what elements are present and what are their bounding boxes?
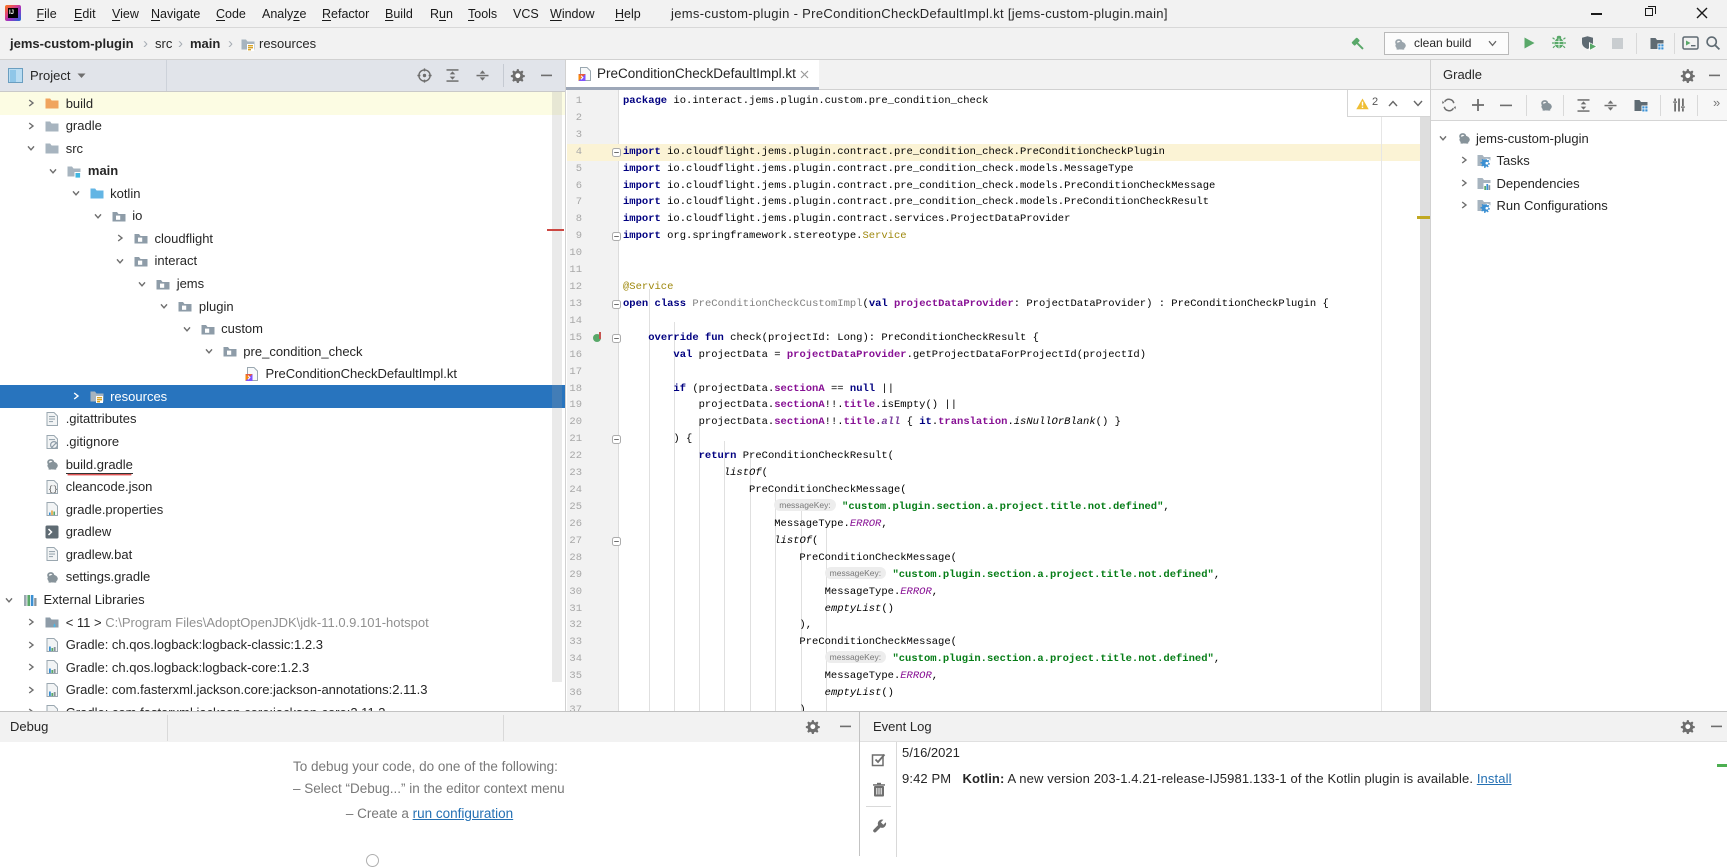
svg-text:{}: {} xyxy=(48,485,58,494)
